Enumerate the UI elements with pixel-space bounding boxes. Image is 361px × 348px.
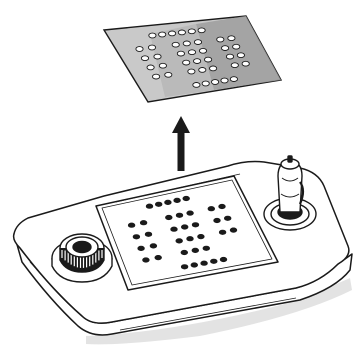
overlay-key-hole: [135, 46, 144, 52]
console-key: [155, 201, 163, 207]
overlay-key-hole: [182, 40, 191, 47]
console-key: [191, 247, 200, 253]
console-key: [197, 234, 205, 240]
console-key: [145, 203, 154, 209]
arrow-head: [172, 116, 190, 133]
jog-center-hub: [72, 240, 92, 254]
console-key: [180, 264, 189, 270]
console-key: [186, 210, 194, 216]
overlay-key-hole: [211, 79, 220, 85]
overlay-key-hole: [225, 53, 235, 60]
console-key: [229, 227, 238, 233]
overlay-key-hole: [201, 80, 210, 87]
console-key: [142, 257, 150, 263]
overlay-key-hole: [140, 55, 150, 62]
overlay-key-hole: [147, 44, 157, 51]
overlay-key-hole: [152, 73, 161, 80]
console-key: [180, 249, 189, 256]
diagram-canvas: [12, 15, 353, 345]
overlay-key-hole: [209, 65, 218, 72]
overlay-key-hole: [198, 47, 208, 54]
overlay-key-hole: [187, 28, 196, 35]
console-key: [164, 199, 172, 205]
overlay-key-hole: [192, 82, 201, 88]
console-key: [218, 203, 226, 210]
console-key: [207, 206, 216, 212]
overlay-key-hole: [241, 60, 250, 67]
console-key: [127, 222, 136, 228]
console-key: [182, 195, 190, 202]
overlay-key-hole: [158, 62, 167, 69]
console-key: [154, 255, 162, 261]
console-key: [213, 217, 221, 224]
overlay-key-hole: [146, 64, 155, 71]
overlay-key-hole: [230, 62, 239, 69]
console-key: [175, 212, 184, 218]
overlay-key-hole: [198, 67, 207, 73]
console-key: [210, 258, 218, 264]
overlay-key-hole: [171, 41, 180, 48]
console-key: [190, 262, 199, 268]
overlay-key-hole: [221, 45, 230, 51]
overlay-key-hole: [197, 27, 206, 34]
console-key: [186, 236, 194, 242]
console-key: [173, 197, 181, 203]
overlay-key-hole: [216, 36, 225, 43]
overlay-key-hole: [153, 53, 162, 60]
overlay-key-hole: [204, 56, 213, 63]
console-key: [191, 222, 200, 228]
console-key: [218, 229, 227, 235]
console-key: [200, 260, 208, 266]
console-key: [165, 214, 173, 221]
lift-up-arrow: [172, 116, 190, 171]
overlay-key-hole: [193, 58, 202, 64]
keypad-overlay-sheet: [102, 15, 283, 103]
overlay-key-hole: [168, 30, 177, 37]
overlay-key-hole: [193, 39, 203, 45]
console-key: [132, 234, 141, 240]
console-key: [139, 220, 148, 226]
overlay-key-hole: [187, 68, 196, 75]
console-key: [181, 224, 189, 230]
overlay-key-hole: [232, 43, 241, 50]
keyboard-overlay-diagram: [0, 0, 361, 348]
console-key: [219, 256, 228, 263]
overlay-key-hole: [148, 32, 157, 39]
overlay-key-hole: [158, 31, 167, 38]
overlay-key-hole: [220, 77, 229, 84]
joystick-top-button: [287, 155, 293, 163]
overlay-key-hole: [176, 50, 185, 57]
overlay-key-hole: [182, 59, 191, 66]
overlay-key-hole: [164, 71, 173, 78]
console-key: [137, 245, 145, 251]
overlay-key-hole: [177, 29, 186, 36]
console-key: [175, 238, 183, 244]
console-key: [202, 245, 211, 251]
console-key: [149, 243, 158, 249]
console-key: [170, 226, 178, 232]
overlay-key-hole: [187, 49, 197, 56]
overlay-key-hole: [227, 35, 236, 42]
console-key: [224, 215, 232, 221]
overlay-key-hole: [236, 52, 245, 59]
console-key: [144, 231, 153, 237]
arrow-shaft: [177, 131, 185, 171]
overlay-key-hole: [229, 76, 238, 82]
